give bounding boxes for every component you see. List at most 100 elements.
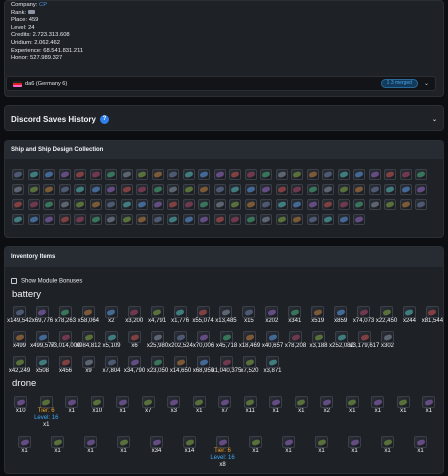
drone-item[interactable]: x1 <box>391 393 417 429</box>
ship-icon[interactable] <box>399 199 412 210</box>
battery-item[interactable]: x5,109 <box>100 328 123 352</box>
ship-icon[interactable] <box>244 199 257 210</box>
item-icon[interactable] <box>266 331 279 343</box>
ship-icon[interactable] <box>58 199 71 210</box>
battery-item[interactable]: x78,263 <box>54 303 77 327</box>
drone-item[interactable]: x1 <box>289 393 315 429</box>
ship-icon[interactable] <box>136 199 148 210</box>
item-icon[interactable] <box>348 436 361 448</box>
ship-icon[interactable] <box>136 184 148 195</box>
unit-selector[interactable]: da6 (Germany 6) 1 3 merged ⌄ <box>6 76 436 91</box>
battery-item[interactable]: x18,469 <box>238 328 261 352</box>
ship-icon[interactable] <box>368 199 381 210</box>
ship-icon[interactable] <box>229 199 241 210</box>
ship-icon[interactable] <box>275 184 288 195</box>
drone-item[interactable]: x1 <box>74 433 107 469</box>
battery-item[interactable]: x2 <box>100 303 123 327</box>
ship-icon[interactable] <box>198 214 210 225</box>
ship-icon[interactable] <box>136 214 148 225</box>
battery-item[interactable]: x859 <box>329 303 352 327</box>
drone-item[interactable]: x3 <box>161 393 187 429</box>
battery-item[interactable]: x508 <box>31 353 54 377</box>
ship-icon[interactable] <box>399 184 412 195</box>
drone-item[interactable]: x1 <box>371 433 404 469</box>
ship-icon[interactable] <box>337 184 350 195</box>
chevron-down-icon[interactable]: ⌄ <box>432 116 437 123</box>
battery-item[interactable]: x42,249 <box>8 353 31 377</box>
drone-item[interactable]: x1 <box>365 393 391 429</box>
ship-icon[interactable] <box>244 184 257 195</box>
battery-item[interactable]: x499 <box>8 328 31 352</box>
item-icon[interactable] <box>380 306 394 318</box>
item-icon[interactable] <box>18 436 31 448</box>
ship-icon[interactable] <box>182 214 195 225</box>
ship-icon[interactable] <box>198 199 210 210</box>
ship-icon[interactable] <box>322 214 334 225</box>
battery-item[interactable]: x3,014,009 <box>51 328 80 352</box>
item-icon[interactable] <box>358 331 371 343</box>
ship-icon[interactable] <box>120 199 133 210</box>
battery-item[interactable]: x3,200 <box>123 303 146 327</box>
item-icon[interactable] <box>294 396 308 408</box>
battery-item[interactable]: x15 <box>237 303 260 327</box>
ship-icon[interactable] <box>337 199 350 210</box>
ship-icon[interactable] <box>182 169 195 180</box>
ship-icon[interactable] <box>12 214 24 225</box>
item-icon[interactable] <box>216 436 229 448</box>
item-icon[interactable] <box>151 331 164 343</box>
ship-icon[interactable] <box>12 199 24 210</box>
ship-icon[interactable] <box>167 184 179 195</box>
ship-icon[interactable] <box>27 169 40 180</box>
item-icon[interactable] <box>243 356 256 368</box>
ship-icon[interactable] <box>105 214 117 225</box>
drone-item[interactable]: x1 <box>239 433 272 469</box>
ship-icon[interactable] <box>322 199 334 210</box>
drone-item[interactable]: x1 <box>263 393 289 429</box>
drone-item[interactable]: x1 <box>59 393 85 429</box>
item-icon[interactable] <box>422 396 436 408</box>
ship-icon[interactable] <box>105 199 117 210</box>
item-icon[interactable] <box>220 331 233 343</box>
item-icon[interactable] <box>117 436 130 448</box>
ship-icon[interactable] <box>229 169 241 180</box>
ship-icon[interactable] <box>105 169 117 180</box>
drone-item[interactable]: x34 <box>140 433 173 469</box>
item-icon[interactable] <box>128 356 141 368</box>
ship-icon[interactable] <box>306 199 319 210</box>
battery-item[interactable]: x202,524 <box>168 328 193 352</box>
ship-icon[interactable] <box>151 199 164 210</box>
ship-icon[interactable] <box>244 169 257 180</box>
ship-icon[interactable] <box>27 184 40 195</box>
item-icon[interactable] <box>357 306 371 318</box>
item-icon[interactable] <box>396 396 410 408</box>
drone-item[interactable]: x1 <box>272 433 305 469</box>
item-icon[interactable] <box>150 436 163 448</box>
battery-item[interactable]: x78,208 <box>284 328 307 352</box>
ship-icon[interactable] <box>167 199 179 210</box>
item-icon[interactable] <box>196 306 210 318</box>
chevron-down-icon[interactable]: ⌄ <box>424 80 429 87</box>
item-icon[interactable] <box>371 396 385 408</box>
ship-icon[interactable] <box>353 169 365 180</box>
item-icon[interactable] <box>218 396 232 408</box>
item-icon[interactable] <box>13 306 26 318</box>
ship-icon[interactable] <box>306 169 319 180</box>
ship-icon[interactable] <box>74 199 86 210</box>
item-icon[interactable] <box>381 331 394 343</box>
item-icon[interactable] <box>402 306 416 318</box>
module-bonus-checkbox[interactable] <box>11 278 17 284</box>
ship-icon[interactable] <box>291 214 303 225</box>
battery-item[interactable]: x302 <box>376 328 399 352</box>
item-icon[interactable] <box>269 396 283 408</box>
item-icon[interactable] <box>90 396 104 408</box>
ship-icon[interactable] <box>353 184 365 195</box>
item-icon[interactable] <box>320 396 334 408</box>
drone-item[interactable]: x7 <box>136 393 162 429</box>
battery-item[interactable]: x81,544 <box>421 303 443 327</box>
ship-icon[interactable] <box>151 214 164 225</box>
drone-item[interactable]: x1 <box>110 393 136 429</box>
ship-icon[interactable] <box>415 184 427 195</box>
item-icon[interactable] <box>81 306 95 318</box>
drone-item[interactable]: x11 <box>238 393 264 429</box>
item-icon[interactable] <box>174 356 187 368</box>
